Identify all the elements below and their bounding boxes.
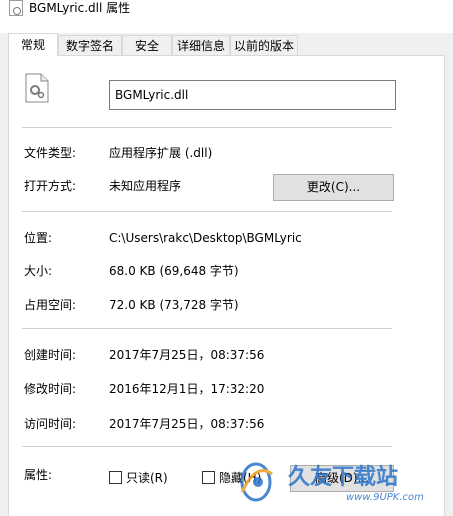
hidden-checkbox[interactable] [202,471,215,484]
location-label: 位置: [24,231,53,245]
watermark-brand: 久友下载站 [288,464,398,490]
watermark: 久友下载站 www.9UPK.com [240,462,424,503]
accessed-value: 2017年7月25日，08:37:56 [109,417,265,431]
modified-label: 修改时间: [24,382,77,396]
dll-file-icon [9,0,23,16]
size-value: 68.0 KB (69,648 字节) [109,264,239,278]
modified-value: 2016年12月1日，17:32:20 [109,382,265,396]
tab-strip: 常规 数字签名 安全 详细信息 以前的版本 [8,33,448,56]
separator [22,211,392,212]
readonly-checkbox[interactable] [109,471,122,484]
watermark-url: www.9UPK.com [346,492,424,503]
filename-input[interactable] [109,80,396,110]
window-title: BGMLyric.dll 属性 [29,1,131,15]
file-type-label: 文件类型: [24,146,77,160]
size-on-disk-label: 占用空间: [24,298,77,312]
file-type-value: 应用程序扩展 (.dll) [109,146,213,160]
open-with-label: 打开方式: [24,179,77,193]
dll-file-icon [25,73,49,103]
title-bar: BGMLyric.dll 属性 [0,0,453,33]
tab-security[interactable]: 安全 [122,35,172,55]
attributes-label: 属性: [24,468,53,482]
accessed-label: 访问时间: [24,417,77,431]
tab-digital-signature[interactable]: 数字签名 [58,35,122,55]
created-value: 2017年7月25日，08:37:56 [109,348,265,362]
change-button[interactable]: 更改(C)... [273,174,394,201]
readonly-label[interactable]: 只读(R) [126,470,168,486]
open-with-value: 未知应用程序 [109,179,182,193]
separator [22,446,392,447]
tab-general[interactable]: 常规 [8,33,58,56]
size-on-disk-value: 72.0 KB (73,728 字节) [109,298,239,312]
tab-previous-versions[interactable]: 以前的版本 [230,35,298,55]
separator [22,127,392,128]
tab-details[interactable]: 详细信息 [172,35,230,55]
size-label: 大小: [24,264,53,278]
separator [22,328,392,329]
location-value: C:\Users\rakc\Desktop\BGMLyric [109,231,302,245]
created-label: 创建时间: [24,348,77,362]
